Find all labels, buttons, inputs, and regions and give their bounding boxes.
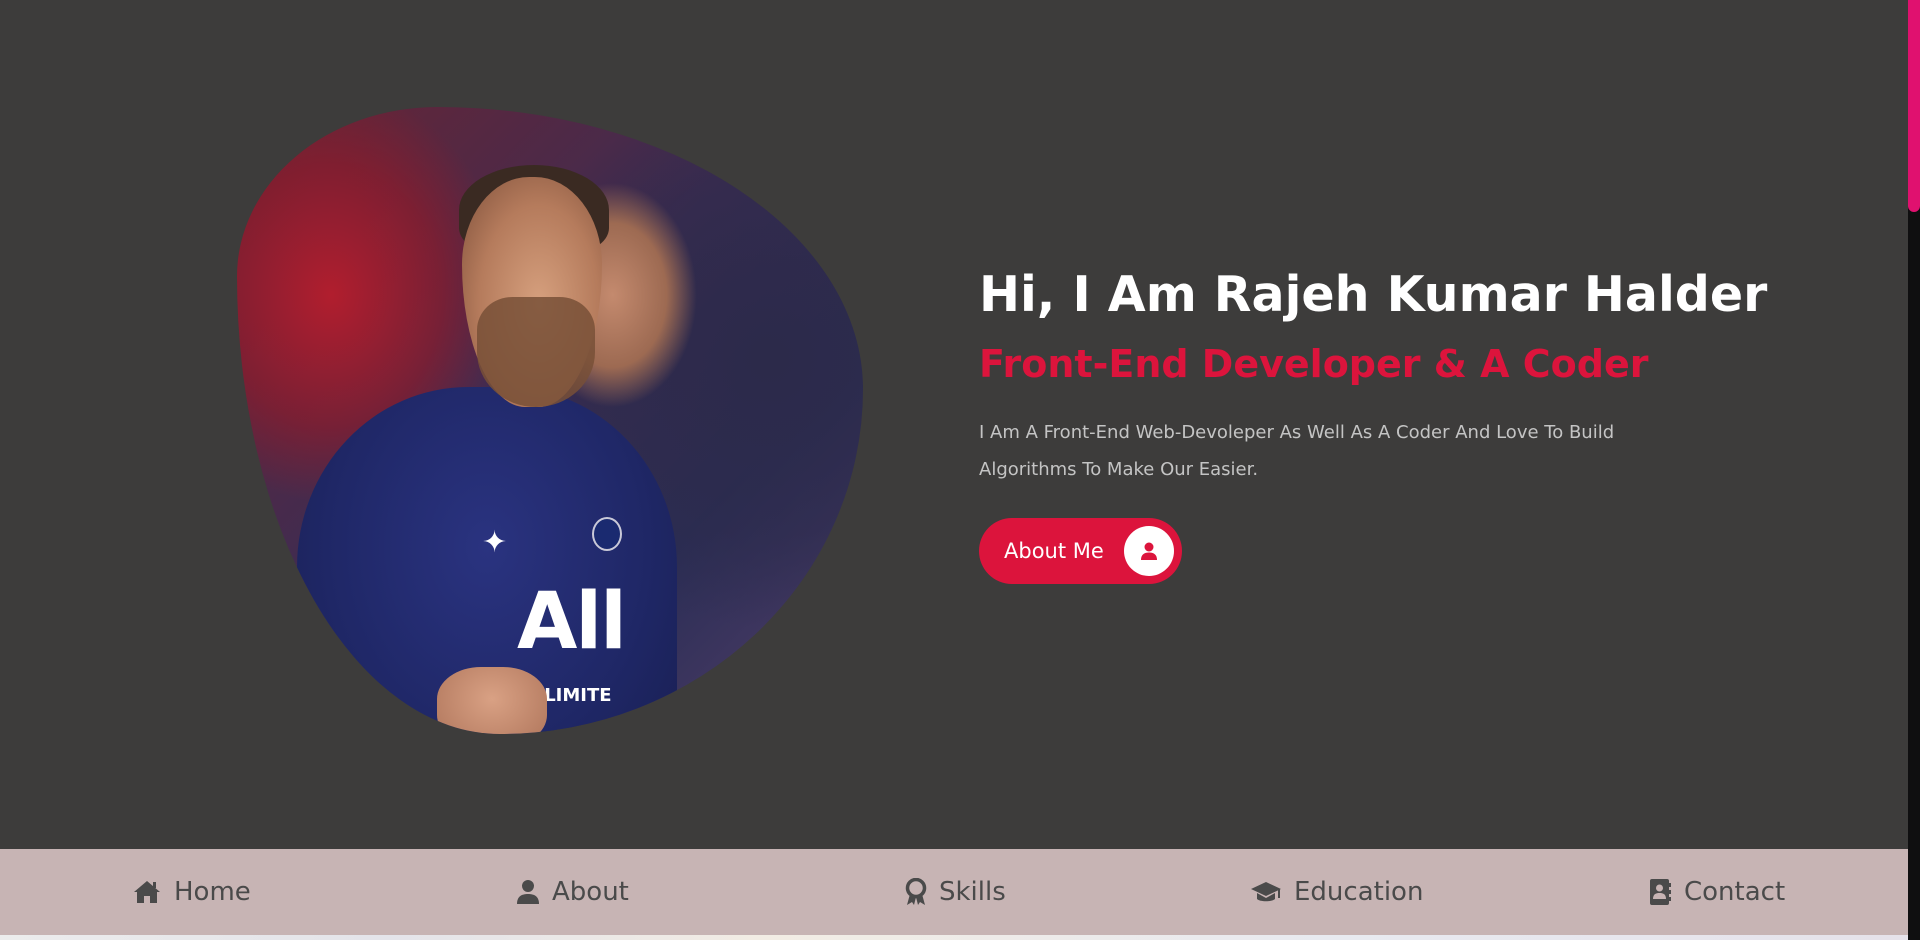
image-beard (477, 297, 595, 407)
nav-item-about[interactable]: About (516, 849, 629, 935)
award-icon (905, 878, 927, 905)
address-book-icon (1650, 879, 1671, 905)
bottom-edge-strip (0, 935, 1908, 940)
scrollbar-thumb[interactable] (1908, 0, 1920, 212)
club-badge-icon (592, 517, 622, 551)
user-icon (1123, 526, 1174, 576)
hero-profile-image: ✦ All IVE LIMITE (237, 107, 863, 734)
graduation-cap-icon (1251, 882, 1281, 902)
about-me-button-label: About Me (1004, 539, 1104, 563)
home-icon (134, 881, 160, 903)
page-viewport: ✦ All IVE LIMITE Hi, I Am Rajeh Kumar Ha… (0, 0, 1908, 940)
nav-item-label: Skills (939, 877, 1006, 907)
nav-item-contact[interactable]: Contact (1648, 849, 1785, 935)
nav-item-education[interactable]: Education (1250, 849, 1423, 935)
image-fist (437, 667, 547, 734)
nav-item-label: About (552, 877, 629, 907)
jumpman-logo-icon: ✦ (482, 525, 508, 560)
nav-item-label: Home (174, 877, 251, 907)
nav-item-skills[interactable]: Skills (905, 849, 1006, 935)
hero-description: I Am A Front-End Web-Devoleper As Well A… (979, 422, 1615, 480)
hero-content: Hi, I Am Rajeh Kumar Halder Front-End De… (979, 262, 1768, 584)
hero-title: Hi, I Am Rajeh Kumar Halder (979, 266, 1768, 323)
nav-item-label: Education (1294, 877, 1424, 907)
about-me-button[interactable]: About Me (979, 518, 1182, 584)
nav-item-label: Contact (1684, 877, 1786, 907)
user-icon (517, 880, 539, 904)
hero-subtitle: Front-End Developer & A Coder (979, 342, 1649, 386)
vertical-scrollbar[interactable] (1908, 0, 1920, 940)
bottom-navigation: Home About Skills Education Contact (0, 849, 1908, 935)
nav-item-home[interactable]: Home (132, 849, 251, 935)
image-shirt-text: All (517, 577, 627, 667)
